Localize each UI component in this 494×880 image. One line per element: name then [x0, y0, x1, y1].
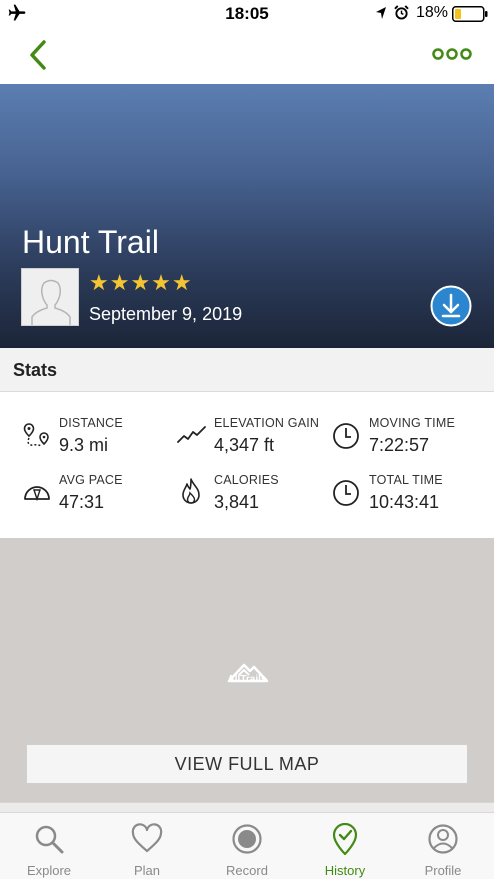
location-arrow-icon: [376, 7, 386, 19]
route-icon: [23, 423, 49, 447]
stat-label: TOTAL TIME: [369, 473, 443, 487]
tab-explore[interactable]: Explore: [0, 813, 98, 880]
tab-label: Explore: [26, 863, 72, 878]
more-options-button[interactable]: [430, 44, 474, 64]
trail-date: September 9, 2019: [89, 304, 243, 324]
tab-record[interactable]: Record: [198, 813, 296, 880]
download-button[interactable]: [430, 285, 472, 327]
stat-value: 3,841: [214, 492, 260, 512]
search-icon: [35, 825, 64, 854]
stat-label: ELEVATION GAIN: [214, 416, 320, 430]
nav-bar: [0, 28, 494, 84]
chevron-left-icon: [30, 40, 46, 70]
stat-total-time: TOTAL TIME 10:43:41: [332, 449, 482, 512]
stat-elevation-gain: ELEVATION GAIN 4,347 ft: [177, 392, 327, 455]
battery-percentage: 18%: [416, 4, 449, 21]
stats-title: Stats: [13, 360, 58, 380]
stat-label: CALORIES: [214, 473, 279, 487]
tab-history[interactable]: History: [296, 813, 394, 880]
tab-label: Plan: [133, 863, 161, 878]
alltrails-logo-text: AllTrails: [227, 674, 267, 685]
history-check-pin-icon: [332, 823, 358, 855]
battery-icon: [452, 6, 488, 22]
flame-icon: [182, 478, 200, 504]
download-icon: [430, 285, 472, 327]
profile-icon: [428, 824, 458, 854]
view-full-map-button[interactable]: VIEW FULL MAP: [26, 744, 468, 784]
trail-header: Hunt Trail ★★★★★ September 9, 2019: [0, 84, 494, 348]
tab-plan[interactable]: Plan: [98, 813, 196, 880]
stat-label: AVG PACE: [59, 473, 123, 487]
clock-icon: [333, 480, 359, 506]
clock-icon: [333, 423, 359, 449]
stat-moving-time: MOVING TIME 7:22:57: [332, 392, 482, 455]
user-placeholder-icon: [31, 279, 71, 325]
avatar[interactable]: [21, 268, 79, 326]
stats-section: DISTANCE 9.3 mi ELEVATION GAIN 4,347 ft …: [0, 392, 494, 538]
divider: [0, 802, 494, 812]
tab-profile[interactable]: Profile: [394, 813, 492, 880]
map-preview[interactable]: AllTrails VIEW FULL MAP: [0, 538, 494, 802]
tab-label: History: [324, 863, 366, 878]
stat-value: 10:43:41: [369, 492, 440, 512]
trail-title: Hunt Trail: [22, 224, 159, 260]
stats-header: Stats: [0, 348, 494, 392]
tab-label: Profile: [424, 863, 462, 878]
stat-calories: CALORIES 3,841: [177, 449, 327, 512]
tab-label: Record: [226, 863, 268, 878]
stat-label: MOVING TIME: [369, 416, 456, 430]
alarm-icon: [394, 5, 409, 20]
rating-stars: ★★★★★: [89, 270, 193, 295]
elevation-icon: [177, 426, 206, 443]
record-icon: [232, 824, 262, 854]
status-bar: 18:05 18%: [0, 0, 494, 28]
stat-label: DISTANCE: [59, 416, 123, 430]
speedometer-icon: [24, 486, 50, 502]
stat-avg-pace: AVG PACE 47:31: [22, 449, 172, 512]
more-dots-icon: [432, 48, 472, 60]
stat-distance: DISTANCE 9.3 mi: [22, 392, 172, 455]
stat-value: 47:31: [59, 492, 105, 512]
back-button[interactable]: [24, 38, 56, 72]
heart-icon: [131, 823, 163, 853]
tab-bar: Explore Plan Record History Profile: [0, 812, 494, 879]
